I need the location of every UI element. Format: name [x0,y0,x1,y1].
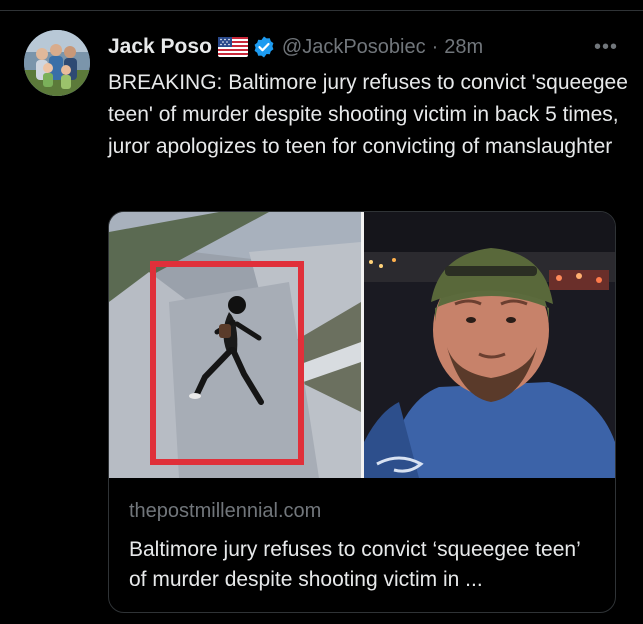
verified-badge-icon[interactable] [252,35,276,59]
author-handle[interactable]: @JackPosobiec [282,36,426,59]
avatar[interactable] [24,30,90,96]
avatar-image [24,30,90,96]
card-domain[interactable]: thepostmillennial.com [129,500,321,523]
card-image [109,212,615,478]
link-card[interactable]: thepostmillennial.com Baltimore jury ref… [108,211,616,613]
separator-dot: · [431,35,439,58]
more-options-icon[interactable]: ••• [589,33,623,61]
us-flag-icon [217,37,248,57]
card-title[interactable]: Baltimore jury refuses to convict ‘squee… [129,535,599,595]
tweet-text: BREAKING: Baltimore jury refuses to conv… [108,71,628,158]
author-name[interactable]: Jack Poso [108,35,212,59]
timestamp[interactable]: 28m [444,36,483,59]
tweet[interactable]: Jack Poso @JackPosobiec · 28m ••• BREAKI… [0,11,643,624]
tweet-header: Jack Poso @JackPosobiec · 28m ••• [108,33,623,61]
